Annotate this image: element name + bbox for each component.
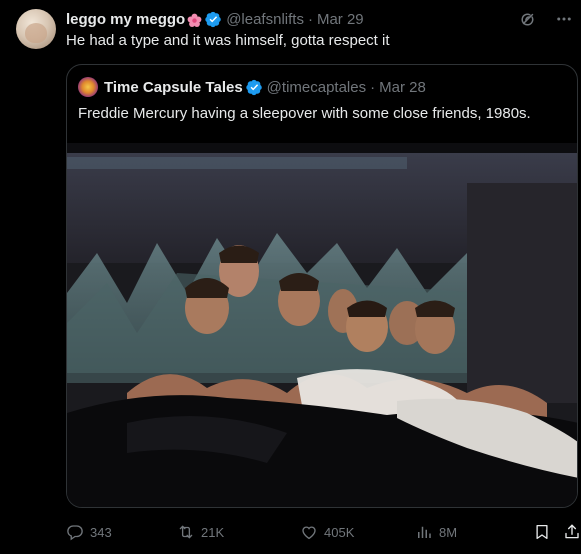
repost-button[interactable]: 21K (177, 520, 224, 544)
tweet[interactable]: leggo my meggo @leafsnlifts · Mar 29 He … (0, 0, 581, 554)
verified-badge-icon[interactable] (245, 79, 263, 96)
share-button[interactable] (563, 520, 581, 544)
tweet-text: He had a type and it was himself, gotta … (66, 32, 390, 49)
top-right-actions (519, 10, 573, 33)
author-name[interactable]: leggo my meggo (66, 11, 185, 28)
quoted-tweet-date[interactable]: Mar 28 (379, 79, 426, 96)
quoted-tweet[interactable]: Time Capsule Tales @timecaptales · Mar 2… (66, 64, 578, 508)
verified-badge-icon[interactable] (205, 11, 222, 28)
grok-icon[interactable] (519, 10, 537, 33)
author-handle[interactable]: @leafsnlifts (226, 11, 304, 28)
views-count: 8M (439, 524, 458, 540)
quoted-author-name[interactable]: Time Capsule Tales (104, 79, 243, 96)
like-button[interactable]: 405K (300, 520, 354, 544)
views-icon (415, 523, 433, 541)
more-icon[interactable] (555, 10, 573, 33)
quoted-tweet-photo[interactable] (67, 143, 577, 507)
quoted-author-avatar[interactable] (78, 77, 98, 97)
separator-dot: · (370, 78, 376, 96)
bookmark-icon (533, 523, 551, 541)
bookmark-button[interactable] (533, 520, 551, 544)
reply-button[interactable]: 343 (66, 520, 112, 544)
quoted-tweet-text: Freddie Mercury having a sleepover with … (78, 105, 531, 122)
flower-emoji-icon (187, 13, 202, 28)
tweet-date[interactable]: Mar 29 (317, 11, 364, 28)
views-button[interactable]: 8M (415, 520, 457, 544)
author-avatar[interactable] (16, 9, 56, 49)
repost-icon (177, 523, 195, 541)
reply-icon (66, 523, 84, 541)
heart-icon (300, 523, 318, 541)
tweet-header: leggo my meggo @leafsnlifts · Mar 29 (66, 8, 364, 30)
quoted-tweet-header: Time Capsule Tales @timecaptales · Mar 2… (78, 77, 426, 97)
quoted-author-handle[interactable]: @timecaptales (267, 79, 366, 96)
repost-count: 21K (201, 524, 225, 540)
tweet-actions: 343 21K 405K 8M (66, 520, 580, 544)
separator-dot: · (307, 10, 313, 28)
reply-count: 343 (90, 524, 112, 540)
share-icon (563, 523, 581, 541)
like-count: 405K (324, 524, 355, 540)
